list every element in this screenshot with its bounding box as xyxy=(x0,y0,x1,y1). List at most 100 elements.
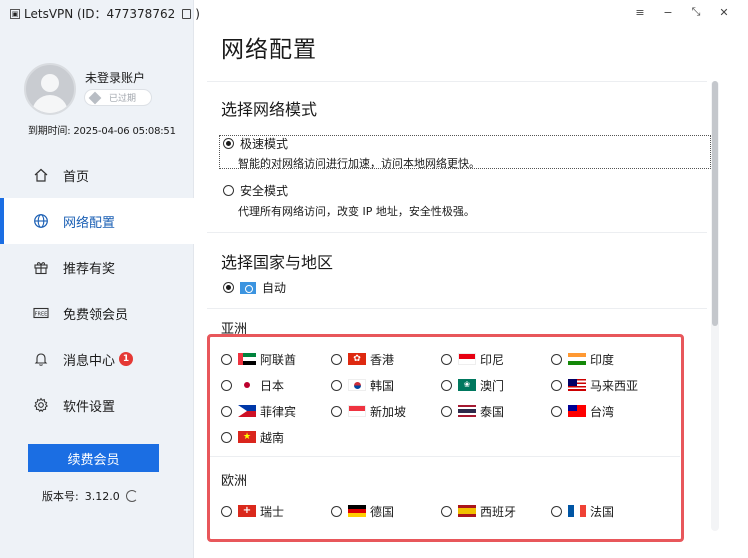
radio-country[interactable] xyxy=(441,353,452,365)
country-name: 日本 xyxy=(260,378,285,393)
country-name: 菲律宾 xyxy=(260,404,297,419)
svg-text:FREE: FREE xyxy=(35,311,48,317)
avatar[interactable] xyxy=(24,63,76,115)
country-es[interactable]: 西班牙 xyxy=(441,502,551,520)
country-jp[interactable]: 日本 xyxy=(221,376,331,394)
scrollbar-thumb[interactable] xyxy=(712,81,718,326)
nav-item-free-membership[interactable]: FREE 免费领会员 xyxy=(0,290,194,336)
radio-country[interactable] xyxy=(221,505,232,517)
radio-country[interactable] xyxy=(331,379,342,391)
mode-label: 安全模式 xyxy=(240,184,289,198)
region-option-auto[interactable]: 自动 xyxy=(223,279,286,296)
nav-item-network-config[interactable]: 网络配置 xyxy=(0,198,194,244)
nav-item-home[interactable]: 首页 xyxy=(0,152,194,198)
close-icon[interactable]: ✕ xyxy=(710,3,738,21)
uae-flag-icon xyxy=(238,353,256,365)
mode-option-fast[interactable]: 极速模式 xyxy=(223,135,288,152)
page-title: 网络配置 xyxy=(221,37,317,63)
app-title: ▣ LetsVPN (ID：477378762 ) xyxy=(10,5,200,22)
radio-country[interactable] xyxy=(551,379,562,391)
expire-time: 到期时间: 2025-04-06 05:08:51 xyxy=(28,126,176,137)
mode-desc-fast: 智能的对网络访问进行加速，访问本地网络更快。 xyxy=(238,157,480,170)
country-ae[interactable]: 阿联酋 xyxy=(221,350,331,368)
country-th[interactable]: 泰国 xyxy=(441,402,551,420)
bell-icon xyxy=(33,351,49,367)
germany-flag-icon xyxy=(348,505,366,517)
nav-label: 软件设置 xyxy=(63,399,116,415)
europe-country-grid: + 瑞士 德国 西班牙 法国 xyxy=(221,502,661,520)
country-name: 越南 xyxy=(260,430,285,445)
radio-country[interactable] xyxy=(221,405,232,417)
country-name: 泰国 xyxy=(480,404,505,419)
radio-country[interactable] xyxy=(441,505,452,517)
app-title-suffix: ) xyxy=(195,6,200,21)
divider xyxy=(207,308,707,309)
korea-flag-icon xyxy=(348,379,366,391)
radio-country[interactable] xyxy=(441,379,452,391)
country-vn[interactable]: ★ 越南 xyxy=(221,428,331,446)
nav-label: 推荐有奖 xyxy=(63,261,116,277)
country-name: 德国 xyxy=(370,504,395,519)
country-mo[interactable]: ❀ 澳门 xyxy=(441,376,551,394)
free-ticket-icon: FREE xyxy=(33,305,49,321)
japan-flag-icon xyxy=(238,379,256,391)
country-name: 瑞士 xyxy=(260,504,285,519)
divider xyxy=(207,232,707,233)
nav-item-referral[interactable]: 推荐有奖 xyxy=(0,244,194,290)
country-name: 台湾 xyxy=(590,404,615,419)
divider xyxy=(207,81,707,82)
france-flag-icon xyxy=(568,505,586,517)
country-kr[interactable]: 韩国 xyxy=(331,376,441,394)
country-in[interactable]: 印度 xyxy=(551,350,661,368)
taiwan-flag-icon xyxy=(568,405,586,417)
mode-label: 极速模式 xyxy=(240,137,289,151)
country-sg[interactable]: 新加坡 xyxy=(331,402,441,420)
country-name: 韩国 xyxy=(370,378,395,393)
country-tw[interactable]: 台湾 xyxy=(551,402,661,420)
country-my[interactable]: 马来西亚 xyxy=(551,376,661,394)
membership-badge: 已过期 xyxy=(84,89,152,106)
auto-label: 自动 xyxy=(262,281,287,295)
nav-item-settings[interactable]: 软件设置 xyxy=(0,382,194,428)
radio-country[interactable] xyxy=(551,353,562,365)
radio-country[interactable] xyxy=(551,505,562,517)
country-de[interactable]: 德国 xyxy=(331,502,441,520)
spain-flag-icon xyxy=(458,505,476,517)
minimize-icon[interactable]: − xyxy=(654,3,682,21)
vietnam-flag-icon: ★ xyxy=(238,431,256,443)
radio-fast-mode[interactable] xyxy=(223,138,234,149)
country-name: 西班牙 xyxy=(480,504,517,519)
philippines-flag-icon xyxy=(238,405,256,417)
app-logo-icon: ▣ xyxy=(10,8,20,19)
menu-icon[interactable]: ≡ xyxy=(626,3,654,21)
country-name: 澳门 xyxy=(480,378,505,393)
radio-secure-mode[interactable] xyxy=(223,185,234,196)
radio-country[interactable] xyxy=(221,431,232,443)
radio-auto[interactable] xyxy=(223,282,234,293)
nav-label: 首页 xyxy=(63,169,90,185)
user-name[interactable]: 未登录账户 xyxy=(85,69,145,86)
radio-country[interactable] xyxy=(221,379,232,391)
radio-country[interactable] xyxy=(441,405,452,417)
mode-option-secure[interactable]: 安全模式 xyxy=(223,182,288,199)
nav-label: 免费领会员 xyxy=(63,307,129,323)
restore-icon[interactable]: ⤡ xyxy=(682,3,710,21)
radio-country[interactable] xyxy=(331,353,342,365)
nav-item-messages[interactable]: 消息中心 1 xyxy=(0,336,194,382)
renew-membership-button[interactable]: 续费会员 xyxy=(28,444,159,472)
radio-country[interactable] xyxy=(331,505,342,517)
copy-icon[interactable] xyxy=(182,8,192,19)
country-ph[interactable]: 菲律宾 xyxy=(221,402,331,420)
globe-icon xyxy=(33,213,49,229)
country-ch[interactable]: + 瑞士 xyxy=(221,502,331,520)
radio-country[interactable] xyxy=(331,405,342,417)
country-fr[interactable]: 法国 xyxy=(551,502,661,520)
radio-country[interactable] xyxy=(221,353,232,365)
country-hk[interactable]: ✿ 香港 xyxy=(331,350,441,368)
country-id[interactable]: 印尼 xyxy=(441,350,551,368)
network-mode-title: 选择网络模式 xyxy=(221,100,318,119)
hong-kong-flag-icon: ✿ xyxy=(348,353,366,365)
radio-country[interactable] xyxy=(551,405,562,417)
window-controls: ≡ − ⤡ ✕ xyxy=(626,3,738,21)
refresh-icon[interactable] xyxy=(125,490,138,502)
